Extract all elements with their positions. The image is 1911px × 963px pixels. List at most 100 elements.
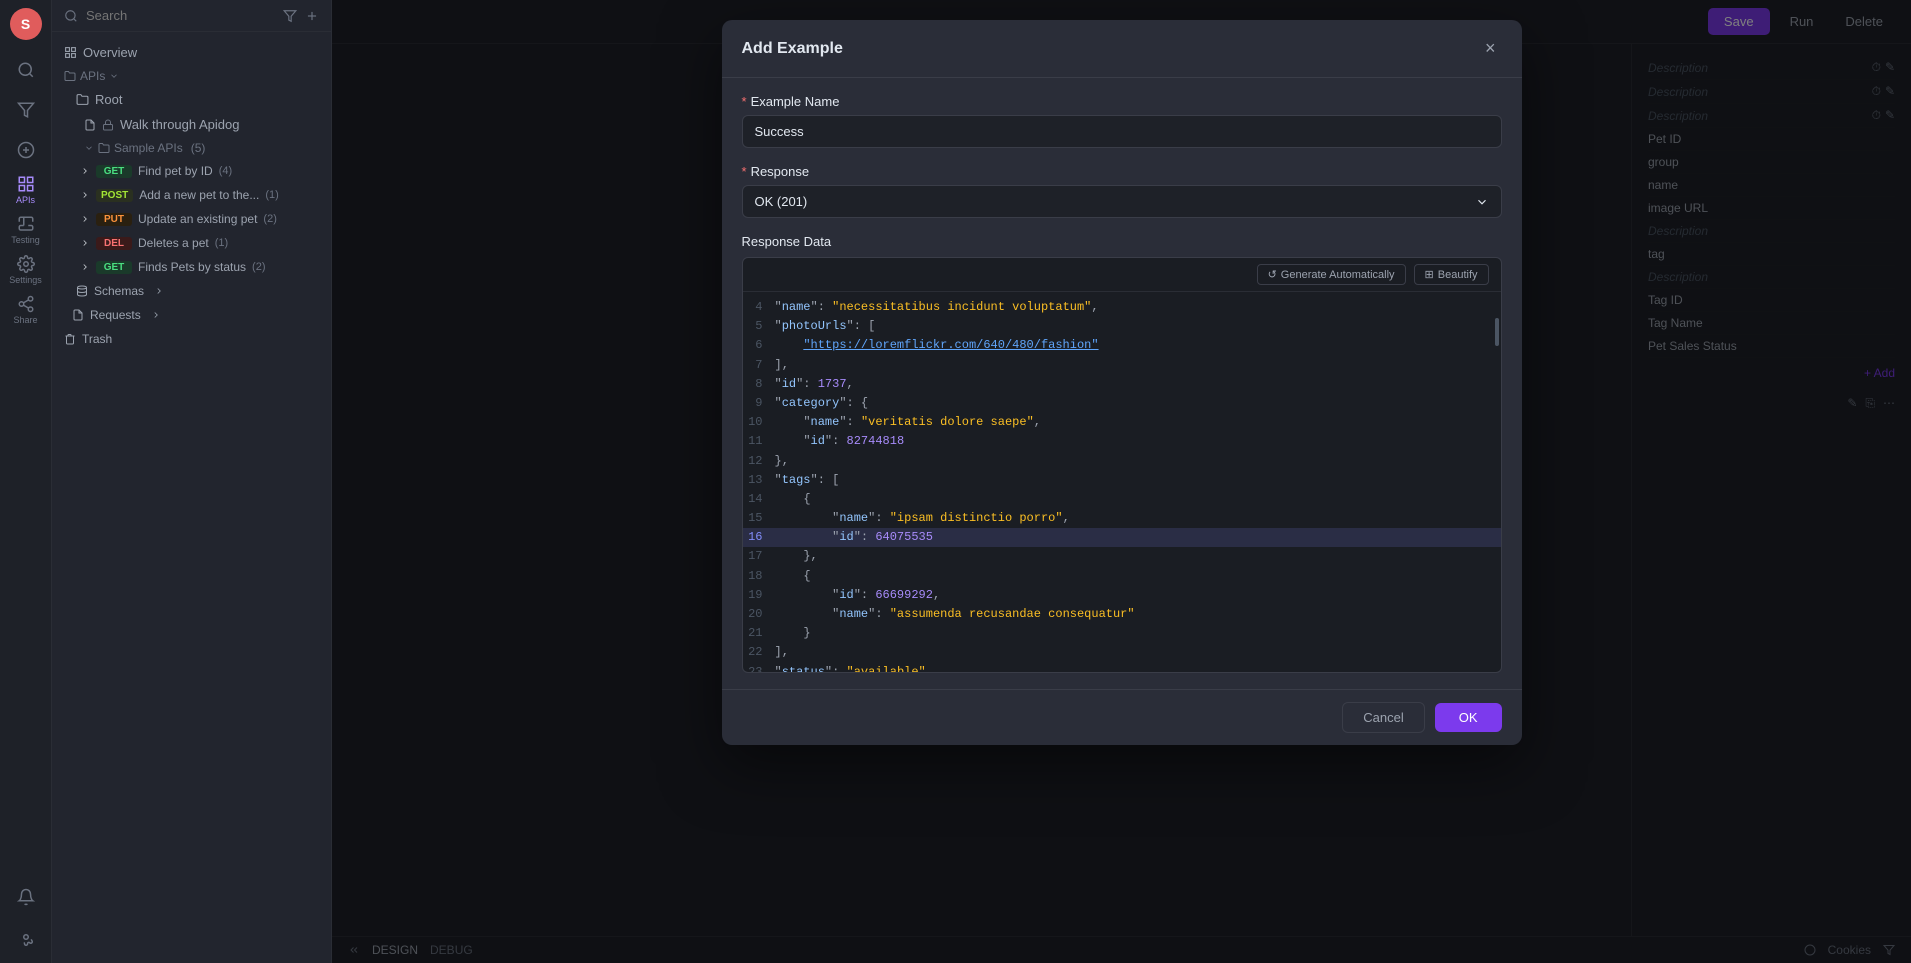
overview-icon [64, 46, 77, 59]
response-label-text: Response [751, 164, 810, 179]
scrollbar-indicator [1495, 318, 1499, 346]
sidebar-content: Overview APIs Root [52, 32, 331, 963]
cancel-button[interactable]: Cancel [1342, 702, 1424, 733]
apis-label: APIs [80, 69, 105, 83]
modal-body: * Example Name * Response OK (201) Respo… [722, 78, 1522, 689]
code-line-6: 6 "https://loremflickr.com/640/480/fashi… [743, 336, 1501, 355]
response-label: * Response [742, 164, 1502, 179]
ok-button[interactable]: OK [1435, 703, 1502, 732]
example-name-input[interactable] [742, 115, 1502, 148]
sidebar-item-requests[interactable]: Requests [52, 303, 331, 327]
generate-label: Generate Automatically [1281, 269, 1395, 281]
avatar[interactable]: S [10, 8, 42, 40]
trash-icon [64, 333, 76, 345]
code-line-4: 4 "name": "necessitatibus incidunt volup… [743, 298, 1501, 317]
api-chevron-icon4 [80, 238, 90, 248]
sidebar-item-testing-icon[interactable]: Testing [8, 212, 44, 248]
icon-rail: S APIs Testing [0, 0, 52, 963]
modal-footer: Cancel OK [722, 689, 1522, 745]
api-count-delete-pet: (1) [215, 237, 228, 249]
sidebar-item-search[interactable] [8, 52, 44, 88]
api-item-add-pet[interactable]: POST Add a new pet to the... (1) [52, 183, 331, 207]
overview-label: Overview [83, 45, 137, 60]
sample-apis-folder-icon [98, 142, 110, 154]
sample-apis-chevron-down [84, 143, 94, 153]
sidebar-item-apis[interactable]: APIs [52, 65, 331, 87]
modal-close-button[interactable]: × [1479, 36, 1502, 61]
sidebar-item-apis-icon[interactable]: APIs [8, 172, 44, 208]
code-line-10: 10 "name": "veritatis dolore saepe", [743, 413, 1501, 432]
api-chevron-icon3 [80, 214, 90, 224]
api-count-find-pet: (4) [219, 165, 232, 177]
api-item-update-pet[interactable]: PUT Update an existing pet (2) [52, 207, 331, 231]
sidebar-item-root[interactable]: Root [52, 87, 331, 112]
file-icon [84, 119, 96, 131]
method-badge-get2: GET [96, 261, 132, 274]
api-item-find-pet[interactable]: GET Find pet by ID (4) [52, 159, 331, 183]
apis-folder-icon [64, 70, 76, 82]
root-label: Root [95, 92, 122, 107]
sidebar-item-share-icon[interactable]: Share [8, 292, 44, 328]
sidebar-item-settings-icon[interactable]: Settings [8, 252, 44, 288]
generate-icon: ↺ [1268, 268, 1277, 281]
search-input[interactable] [86, 8, 275, 23]
code-line-8: 8 "id": 1737, [743, 375, 1501, 394]
walkthrough-label: Walk through Apidog [120, 117, 239, 132]
sidebar-sample-apis-header[interactable]: Sample APIs (5) [52, 137, 331, 159]
gear-icon[interactable] [8, 919, 44, 955]
modal-overlay: Add Example × * Example Name * Response … [332, 0, 1911, 963]
code-line-20: 20 "name": "assumenda recusandae consequ… [743, 605, 1501, 624]
api-item-finds-by-status[interactable]: GET Finds Pets by status (2) [52, 255, 331, 279]
apis-rail-label: APIs [16, 195, 35, 205]
beautify-label: Beautify [1438, 269, 1478, 281]
code-line-16: 16 "id": 64075535 [743, 528, 1501, 547]
sidebar-item-add[interactable] [8, 132, 44, 168]
api-chevron-icon [80, 166, 90, 176]
response-select-value: OK (201) [755, 194, 808, 209]
code-line-17: 17 }, [743, 547, 1501, 566]
api-chevron-icon2 [80, 190, 90, 200]
method-badge-del: DEL [96, 237, 132, 250]
code-line-11: 11 "id": 82744818 [743, 432, 1501, 451]
api-name-find-pet: Find pet by ID [138, 164, 213, 178]
code-line-13: 13 "tags": [ [743, 471, 1501, 490]
api-count-update-pet: (2) [263, 213, 276, 225]
sidebar-item-overview[interactable]: Overview [52, 40, 331, 65]
code-line-19: 19 "id": 66699292, [743, 586, 1501, 605]
response-select[interactable]: OK (201) [742, 185, 1502, 218]
code-line-18: 18 { [743, 567, 1501, 586]
sidebar-item-filter[interactable] [8, 92, 44, 128]
api-count-add-pet: (1) [265, 189, 278, 201]
method-badge-get1: GET [96, 165, 132, 178]
example-name-label-text: Example Name [751, 94, 840, 109]
lock-icon [102, 119, 114, 131]
code-content[interactable]: 4 "name": "necessitatibus incidunt volup… [743, 292, 1501, 672]
schemas-chevron [154, 286, 164, 296]
code-line-23: 23 "status": "available" [743, 663, 1501, 672]
testing-rail-label: Testing [11, 235, 40, 245]
notification-icon[interactable] [8, 879, 44, 915]
sample-apis-label: Sample APIs [114, 141, 183, 155]
sidebar-item-walkthrough[interactable]: Walk through Apidog [52, 112, 331, 137]
beautify-icon: ⊞ [1425, 268, 1434, 281]
code-line-21: 21 } [743, 624, 1501, 643]
root-folder-icon [76, 93, 89, 106]
apis-chevron-icon [109, 71, 119, 81]
sidebar-item-trash[interactable]: Trash [52, 327, 331, 351]
sample-apis-count: (5) [191, 141, 206, 155]
api-item-delete-pet[interactable]: DEL Deletes a pet (1) [52, 231, 331, 255]
add-item-icon[interactable] [305, 9, 319, 23]
code-line-5: 5 "photoUrls": [ [743, 317, 1501, 336]
filter-icon[interactable] [283, 9, 297, 23]
sidebar-item-schemas[interactable]: Schemas [52, 279, 331, 303]
response-required: * [742, 164, 747, 179]
code-line-12: 12 }, [743, 452, 1501, 471]
generate-automatically-button[interactable]: ↺ Generate Automatically [1257, 264, 1406, 285]
add-example-modal: Add Example × * Example Name * Response … [722, 20, 1522, 745]
code-toolbar: ↺ Generate Automatically ⊞ Beautify [743, 258, 1501, 292]
schemas-label: Schemas [94, 284, 144, 298]
beautify-button[interactable]: ⊞ Beautify [1414, 264, 1489, 285]
code-line-7: 7 ], [743, 356, 1501, 375]
response-data-label: Response Data [742, 234, 1502, 249]
settings-rail-label: Settings [9, 275, 42, 285]
